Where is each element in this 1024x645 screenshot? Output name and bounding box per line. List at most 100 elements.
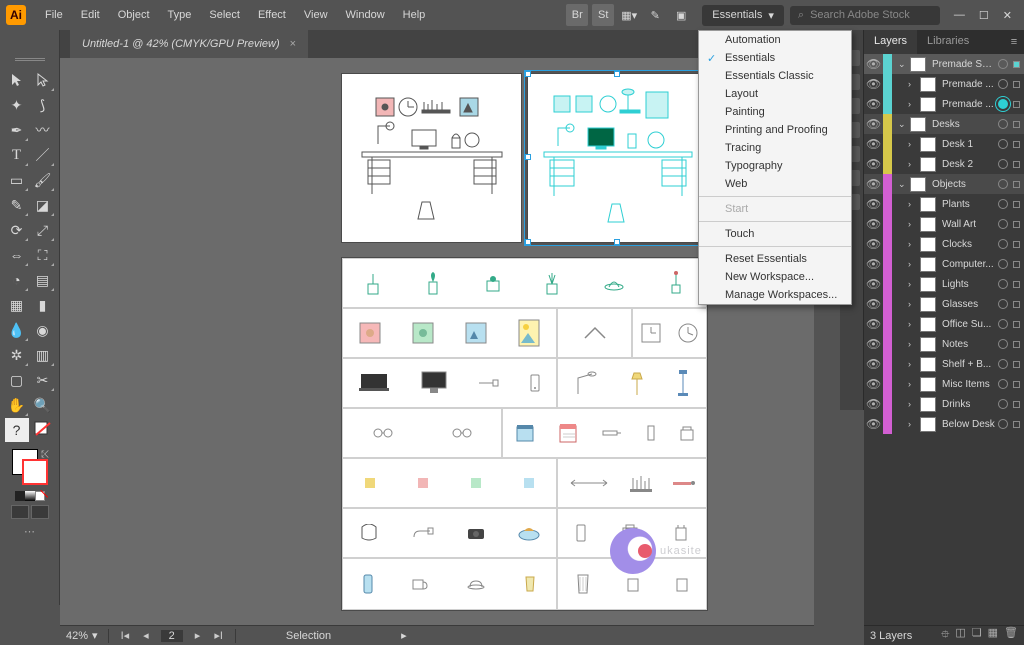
last-artboard-icon[interactable]: ▸I xyxy=(212,629,225,642)
selection-tool[interactable] xyxy=(5,68,29,92)
slice-tool[interactable]: ✂ xyxy=(31,368,55,392)
layer-row[interactable]: 👁›Premade ... xyxy=(864,94,1024,114)
visibility-icon[interactable]: 👁 xyxy=(866,317,880,331)
target-icon[interactable] xyxy=(998,359,1008,369)
select-indicator[interactable] xyxy=(1013,261,1020,268)
fill-stroke-chips[interactable]: ⤪ xyxy=(8,449,52,489)
menu-window[interactable]: Window xyxy=(337,5,394,25)
target-icon[interactable] xyxy=(998,419,1008,429)
edit-toolbar-icon[interactable]: ⋯ xyxy=(24,525,35,538)
default-colors[interactable] xyxy=(31,418,55,442)
layer-row[interactable]: 👁›Computer... xyxy=(864,254,1024,274)
disclosure-icon[interactable]: › xyxy=(908,79,917,89)
width-tool[interactable]: ⇔ xyxy=(5,243,29,267)
menu-view[interactable]: View xyxy=(295,5,337,25)
disclosure-icon[interactable]: › xyxy=(908,299,917,309)
lasso-tool[interactable]: ⟆ xyxy=(31,93,55,117)
visibility-icon[interactable]: 👁 xyxy=(866,297,880,311)
direct-selection-tool[interactable] xyxy=(31,68,55,92)
artboard-3-objects[interactable] xyxy=(342,258,707,610)
artboard-number[interactable]: 2 xyxy=(161,630,183,642)
disclosure-icon[interactable]: ⌄ xyxy=(898,119,907,130)
prev-artboard-icon[interactable]: ◂ xyxy=(141,629,151,642)
select-indicator[interactable] xyxy=(1013,121,1020,128)
target-icon[interactable] xyxy=(998,239,1008,249)
disclosure-icon[interactable]: ⌄ xyxy=(898,59,907,70)
visibility-icon[interactable]: 👁 xyxy=(866,417,880,431)
target-icon[interactable] xyxy=(998,199,1008,209)
disclosure-icon[interactable]: › xyxy=(908,259,917,269)
paintbrush-tool[interactable]: 🖌 xyxy=(31,168,55,192)
rectangle-tool[interactable]: ▭ xyxy=(5,168,29,192)
eyedropper-tool[interactable]: 💧 xyxy=(5,318,29,342)
select-indicator[interactable] xyxy=(1013,341,1020,348)
delete-layer-icon[interactable]: 🗑 xyxy=(1004,626,1018,645)
target-icon[interactable] xyxy=(998,179,1008,189)
workspace-option[interactable]: New Workspace... xyxy=(699,268,851,286)
window-close-icon[interactable]: ✕ xyxy=(1003,9,1012,22)
perspective-tool[interactable]: ▤ xyxy=(31,268,55,292)
panel-menu-icon[interactable]: ≡ xyxy=(1004,30,1024,54)
layer-row[interactable]: 👁›Premade ... xyxy=(864,74,1024,94)
workspace-option[interactable]: Typography xyxy=(699,157,851,175)
workspace-option[interactable]: Essentials Classic xyxy=(699,67,851,85)
tab-libraries[interactable]: Libraries xyxy=(917,30,979,54)
disclosure-icon[interactable]: › xyxy=(908,339,917,349)
select-indicator[interactable] xyxy=(1013,421,1020,428)
new-sublayer-icon[interactable]: ❏ xyxy=(972,626,982,645)
layer-row[interactable]: 👁›Office Su... xyxy=(864,314,1024,334)
shaper-tool[interactable]: ✎ xyxy=(5,193,29,217)
target-icon[interactable] xyxy=(998,319,1008,329)
search-assets-icon[interactable]: ▣ xyxy=(670,4,692,26)
mesh-tool[interactable]: ▦ xyxy=(5,293,29,317)
new-layer-icon[interactable]: ▦ xyxy=(988,626,998,645)
disclosure-icon[interactable]: › xyxy=(908,419,917,429)
target-icon[interactable] xyxy=(998,299,1008,309)
line-tool[interactable]: ／ xyxy=(31,143,55,167)
visibility-icon[interactable]: 👁 xyxy=(866,97,880,111)
visibility-icon[interactable]: 👁 xyxy=(866,237,880,251)
layer-row[interactable]: 👁›Lights xyxy=(864,274,1024,294)
target-icon[interactable] xyxy=(998,219,1008,229)
visibility-icon[interactable]: 👁 xyxy=(866,277,880,291)
workspace-option[interactable]: Touch xyxy=(699,225,851,243)
locate-object-icon[interactable]: ⯐ xyxy=(941,626,949,645)
layer-row[interactable]: 👁⌄Objects xyxy=(864,174,1024,194)
target-icon[interactable] xyxy=(998,399,1008,409)
zoom-control[interactable]: 42% ▾ xyxy=(66,629,98,642)
visibility-icon[interactable]: 👁 xyxy=(866,157,880,171)
visibility-icon[interactable]: 👁 xyxy=(866,77,880,91)
disclosure-icon[interactable]: › xyxy=(908,359,917,369)
stock-search[interactable]: ⌕ Search Adobe Stock xyxy=(790,6,940,25)
tab-close-icon[interactable]: × xyxy=(290,38,296,50)
select-indicator[interactable] xyxy=(1013,141,1020,148)
select-indicator[interactable] xyxy=(1013,101,1020,108)
target-icon[interactable] xyxy=(998,59,1008,69)
disclosure-icon[interactable]: › xyxy=(908,399,917,409)
layer-row[interactable]: 👁›Notes xyxy=(864,334,1024,354)
select-indicator[interactable] xyxy=(1013,61,1020,68)
symbol-sprayer-tool[interactable]: ✲ xyxy=(5,343,29,367)
menu-effect[interactable]: Effect xyxy=(249,5,295,25)
target-icon[interactable] xyxy=(998,99,1008,109)
layer-row[interactable]: 👁›Clocks xyxy=(864,234,1024,254)
magic-wand-tool[interactable]: ✦ xyxy=(5,93,29,117)
artboard-1[interactable] xyxy=(342,74,521,242)
visibility-icon[interactable]: 👁 xyxy=(866,377,880,391)
layer-row[interactable]: 👁›Desk 2 xyxy=(864,154,1024,174)
layer-row[interactable]: 👁›Wall Art xyxy=(864,214,1024,234)
select-indicator[interactable] xyxy=(1013,381,1020,388)
make-clip-icon[interactable]: ◫ xyxy=(955,626,965,645)
disclosure-icon[interactable]: ⌄ xyxy=(898,179,907,190)
zoom-tool[interactable]: 🔍 xyxy=(31,393,55,417)
disclosure-icon[interactable]: › xyxy=(908,139,917,149)
menu-file[interactable]: File xyxy=(36,5,72,25)
target-icon[interactable] xyxy=(998,279,1008,289)
curvature-tool[interactable]: 〰 xyxy=(31,118,55,142)
visibility-icon[interactable]: 👁 xyxy=(866,257,880,271)
document-tab[interactable]: Untitled-1 @ 42% (CMYK/GPU Preview) × xyxy=(70,30,308,58)
target-icon[interactable] xyxy=(998,119,1008,129)
next-artboard-icon[interactable]: ▸ xyxy=(193,629,203,642)
target-icon[interactable] xyxy=(998,259,1008,269)
layer-row[interactable]: 👁›Shelf + B... xyxy=(864,354,1024,374)
